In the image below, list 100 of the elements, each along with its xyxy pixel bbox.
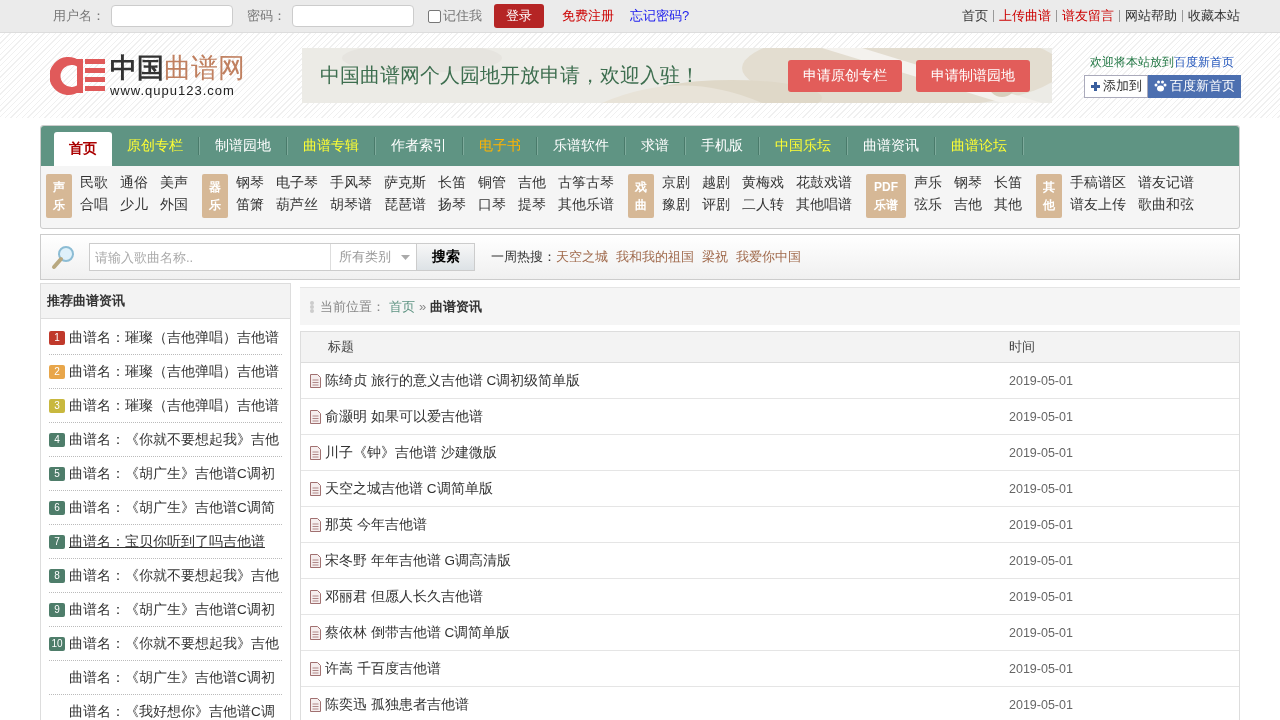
logo-url: www.qupu123.com: [110, 83, 236, 98]
remember-checkbox[interactable]: [428, 9, 441, 23]
password-field[interactable]: [292, 5, 414, 27]
category-label: 器 乐: [202, 174, 228, 218]
title-link[interactable]: 蔡依林 倒带吉他谱 C调简单版: [325, 623, 511, 642]
date-cell-text: 2019-05-01: [1009, 517, 1074, 532]
category-link[interactable]: 扬琴: [438, 196, 466, 214]
document-icon: [310, 445, 321, 460]
top-link[interactable]: 上传曲谱: [993, 10, 1051, 22]
top-link[interactable]: 谱友留言: [1056, 10, 1114, 22]
baidu-homepage-button[interactable]: 百度新首页: [1147, 74, 1241, 98]
category-link[interactable]: 美声: [160, 174, 188, 192]
sidebar-link[interactable]: 曲谱名：璀璨（吉他弹唱）吉他谱: [69, 328, 279, 347]
search-field[interactable]: 请输入歌曲名称.. 所有类别 搜索: [89, 243, 475, 271]
hot-search-link[interactable]: 我和我的祖国: [616, 248, 694, 266]
username-field[interactable]: [111, 5, 233, 27]
title-link[interactable]: 那英 今年吉他谱: [325, 515, 427, 534]
category-link[interactable]: 琵琶谱: [384, 196, 426, 214]
sidebar-link[interactable]: 曲谱名：《胡广生》吉他谱C调简: [69, 498, 275, 517]
category-link[interactable]: 谱友记谱: [1138, 174, 1194, 192]
hot-search-link[interactable]: 我爱你中国: [736, 248, 801, 266]
category-link[interactable]: 钢琴: [236, 174, 264, 192]
date-cell-text: 2019-05-01: [1009, 553, 1074, 568]
sidebar-link[interactable]: 曲谱名：《胡广生》吉他谱C调初: [69, 668, 275, 687]
sidebar-link[interactable]: 曲谱名：《你就不要想起我》吉他: [69, 566, 279, 585]
banner-text: 中国曲谱网个人园地开放申请，欢迎入驻！: [320, 62, 701, 89]
rank-badge: 5: [49, 466, 65, 481]
title-link[interactable]: 俞灏明 如果可以爱吉他谱: [325, 407, 483, 426]
paw-icon: [1153, 80, 1167, 92]
apply-button[interactable]: 申请制谱园地: [916, 59, 1030, 92]
category-link[interactable]: 葫芦丝: [276, 196, 318, 214]
sidebar-link[interactable]: 曲谱名：璀璨（吉他弹唱）吉他谱: [69, 396, 279, 415]
category-link[interactable]: 其他唱谱: [796, 196, 852, 214]
category-link[interactable]: 谱友上传: [1070, 196, 1126, 214]
hot-search-label: 一周热搜：: [491, 248, 556, 266]
search-button[interactable]: 搜索: [416, 244, 474, 270]
top-link[interactable]: 网站帮助: [1119, 10, 1177, 22]
title-link[interactable]: 川子《钟》吉他谱 沙建微版: [325, 443, 497, 462]
column-header: 时间: [1009, 338, 1036, 356]
sidebar-link[interactable]: 曲谱名：宝贝你听到了吗吉他谱: [69, 532, 265, 551]
category-link[interactable]: 古筝古琴: [558, 174, 614, 192]
category-link[interactable]: 少儿: [120, 196, 148, 214]
category-link[interactable]: 其他: [994, 196, 1022, 214]
hot-search-link[interactable]: 天空之城: [556, 248, 608, 266]
category-link[interactable]: 二人转: [742, 196, 784, 214]
category-link[interactable]: 豫剧: [662, 196, 690, 214]
date-cell-text: 2019-05-01: [1009, 409, 1074, 424]
title-link[interactable]: 邓丽君 但愿人长久吉他谱: [325, 587, 483, 606]
category-link[interactable]: 长笛: [994, 174, 1022, 192]
top-link[interactable]: 收藏本站: [1182, 10, 1240, 22]
category-link[interactable]: 钢琴: [954, 174, 982, 192]
title-link[interactable]: 天空之城吉他谱 C调简单版: [325, 479, 493, 498]
category-link[interactable]: 手风琴: [330, 174, 372, 192]
category-link[interactable]: 吉他: [518, 174, 546, 192]
title-link[interactable]: 陈奕迅 孤独患者吉他谱: [325, 695, 469, 714]
category-link[interactable]: 其他乐谱: [558, 196, 614, 214]
category-link[interactable]: 铜管: [478, 174, 506, 192]
login-button[interactable]: 登录: [494, 4, 544, 28]
category-link[interactable]: 黄梅戏: [742, 174, 784, 192]
title-link[interactable]: 宋冬野 年年吉他谱 G调高清版: [325, 551, 511, 570]
category-link[interactable]: 民歌: [80, 174, 108, 192]
register-link[interactable]: 免费注册: [562, 7, 614, 25]
title-link[interactable]: 许嵩 千百度吉他谱: [325, 659, 441, 678]
category-link[interactable]: 手稿谱区: [1070, 174, 1126, 192]
password-label: 密码：: [247, 7, 286, 25]
category-link[interactable]: 声乐: [914, 174, 942, 192]
nav-tab[interactable]: 首页: [54, 132, 112, 166]
category-link[interactable]: 歌曲和弦: [1138, 196, 1194, 214]
category-link[interactable]: 长笛: [438, 174, 466, 192]
sidebar-link[interactable]: 曲谱名：璀璨（吉他弹唱）吉他谱: [69, 362, 279, 381]
title-link[interactable]: 陈绮贞 旅行的意义吉他谱 C调初级简单版: [325, 371, 581, 390]
apply-button[interactable]: 申请原创专栏: [788, 59, 902, 92]
category-link[interactable]: 京剧: [662, 174, 690, 192]
category-link[interactable]: 胡琴谱: [330, 196, 372, 214]
sidebar-link[interactable]: 曲谱名：《你就不要想起我》吉他: [69, 430, 279, 449]
category-link[interactable]: 花鼓戏谱: [796, 174, 852, 192]
hot-search-link[interactable]: 梁祝: [702, 248, 728, 266]
sidebar-link[interactable]: 曲谱名：《胡广生》吉他谱C调初: [69, 464, 275, 483]
document-icon: [310, 373, 321, 388]
date-cell-text: 2019-05-01: [1009, 481, 1074, 496]
category-link[interactable]: 通俗: [120, 174, 148, 192]
category-link[interactable]: 口琴: [478, 196, 506, 214]
category-link[interactable]: 弦乐: [914, 196, 942, 214]
category-link[interactable]: 外国: [160, 196, 188, 214]
sidebar-link[interactable]: 曲谱名：《我好想你》吉他谱C调: [69, 702, 275, 720]
category-link[interactable]: 萨克斯: [384, 174, 426, 192]
sidebar-link[interactable]: 曲谱名：《胡广生》吉他谱C调初: [69, 600, 275, 619]
add-button[interactable]: 添加到: [1083, 74, 1148, 98]
sidebar-link[interactable]: 曲谱名：《你就不要想起我》吉他: [69, 634, 279, 653]
top-link[interactable]: 首页: [962, 7, 988, 25]
category-link[interactable]: 合唱: [80, 196, 108, 214]
category-link[interactable]: 吉他: [954, 196, 982, 214]
baidu-link[interactable]: 百度新首页: [1174, 54, 1234, 69]
category-link[interactable]: 笛箫: [236, 196, 264, 214]
category-link[interactable]: 提琴: [518, 196, 546, 214]
category-link[interactable]: 电子琴: [276, 174, 318, 192]
rank-badge: 10: [49, 636, 65, 651]
category-link[interactable]: 评剧: [702, 196, 730, 214]
forgot-password-link[interactable]: 忘记密码?: [630, 7, 690, 25]
category-link[interactable]: 越剧: [702, 174, 730, 192]
